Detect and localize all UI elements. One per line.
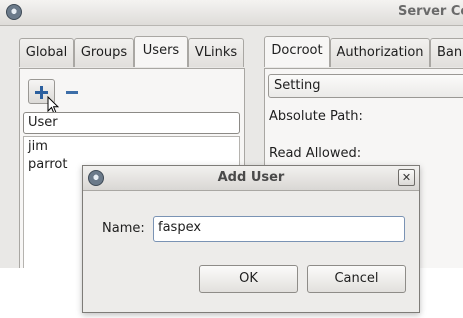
tab-label: Docroot [271,43,323,58]
main-titlebar[interactable]: Server Co [0,0,463,26]
add-user-dialog: Add User ✕ Name: faspex OK Cancel [82,165,420,313]
list-item[interactable]: jim [28,139,48,154]
tab-label: Groups [80,45,128,60]
name-input-value: faspex [158,220,202,235]
read-allowed-label: Read Allowed: [269,146,362,161]
tab-label: Authorization [336,45,424,60]
dialog-title: Add User [217,170,285,185]
remove-user-button[interactable] [58,79,85,104]
dialog-titlebar[interactable]: Add User ✕ [83,166,419,191]
name-label: Name: [102,221,145,236]
users-filter-value: User [28,115,58,130]
tab-label: Users [142,43,180,58]
app-icon[interactable] [6,4,22,20]
tab-label: VLinks [194,45,238,60]
cancel-button[interactable]: Cancel [307,265,406,293]
minus-icon [66,91,78,94]
ok-button[interactable]: OK [199,265,298,293]
tab-label: Ban [437,45,463,60]
tab-authorization[interactable]: Authorization [330,38,430,67]
tab-vlinks[interactable]: VLinks [188,38,244,67]
tab-groups[interactable]: Groups [74,38,134,67]
cancel-button-label: Cancel [334,271,379,286]
setting-select[interactable]: Setting [268,74,463,98]
users-filter-field[interactable]: User [23,112,240,134]
tab-label: Global [25,45,68,60]
window-title: Server Co [398,4,463,19]
absolute-path-label: Absolute Path: [269,109,363,124]
close-icon[interactable]: ✕ [398,169,415,186]
name-input[interactable]: faspex [153,216,405,242]
tab-users[interactable]: Users [134,36,188,67]
list-item[interactable]: parrot [28,157,67,172]
tab-docroot[interactable]: Docroot [264,36,330,67]
tab-global[interactable]: Global [19,38,74,67]
tab-ban[interactable]: Ban [430,38,463,67]
setting-select-value: Setting [274,78,321,93]
ok-button-label: OK [239,271,258,286]
